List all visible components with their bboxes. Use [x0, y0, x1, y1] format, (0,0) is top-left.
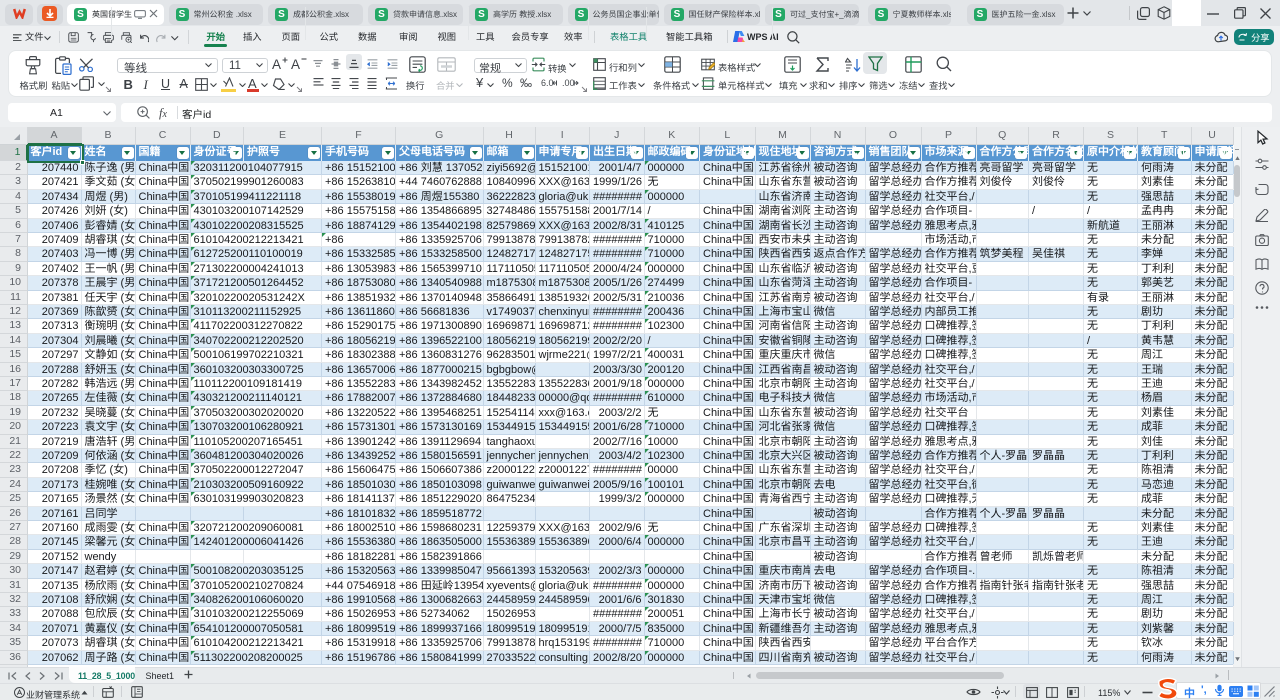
svg-text:6.0: 6.0: [541, 78, 554, 88]
svg-text:.00: .00: [562, 78, 575, 88]
